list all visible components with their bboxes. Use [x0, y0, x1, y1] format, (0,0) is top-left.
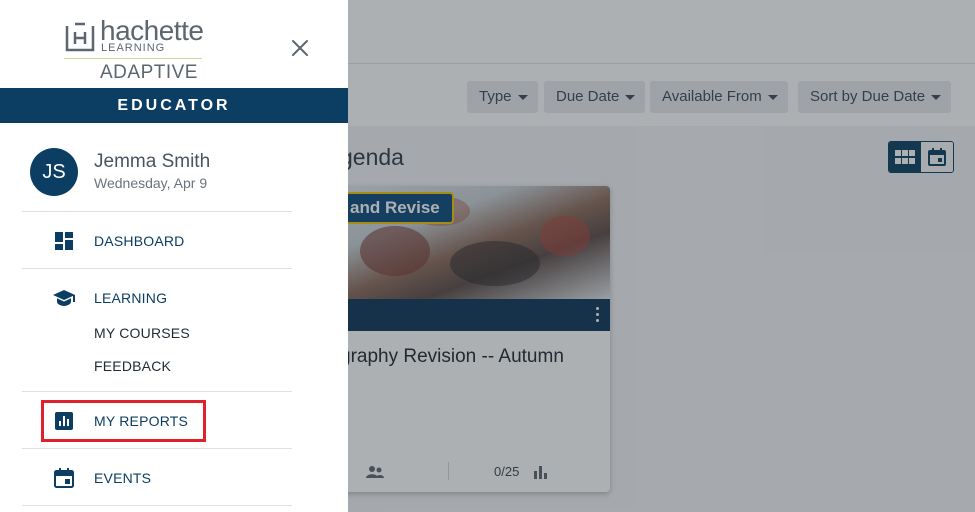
nav-label-events: EVENTS — [94, 470, 152, 486]
hachette-mark-icon — [65, 22, 95, 52]
divider — [22, 448, 292, 449]
nav-item-learning[interactable]: LEARNING — [52, 284, 292, 312]
divider — [22, 211, 292, 212]
logo-rule — [64, 58, 202, 59]
nav-label-dashboard: DASHBOARD — [94, 233, 185, 249]
divider — [22, 391, 292, 392]
nav-subitem-my-courses[interactable]: MY COURSES — [94, 325, 190, 341]
user-profile: JS Jemma Smith Wednesday, Apr 9 — [30, 146, 300, 196]
hachette-logo: hachette LEARNING ADAPTIVE — [64, 16, 204, 84]
calendar-icon — [54, 468, 74, 488]
dashboard-icon — [55, 232, 73, 250]
divider — [22, 505, 292, 506]
avatar[interactable]: JS — [30, 148, 78, 196]
logo-subline: LEARNING — [101, 42, 166, 54]
nav-item-events[interactable]: EVENTS — [52, 464, 292, 492]
highlight-box — [41, 400, 206, 442]
nav-subitem-feedback[interactable]: FEEDBACK — [94, 358, 171, 374]
current-date: Wednesday, Apr 9 — [94, 175, 208, 191]
divider — [22, 268, 292, 269]
navigation-drawer: hachette LEARNING ADAPTIVE EDUCATOR JS J… — [0, 0, 348, 512]
role-banner: EDUCATOR — [0, 88, 348, 123]
logo-product: ADAPTIVE — [100, 62, 198, 83]
close-icon[interactable] — [290, 38, 310, 58]
user-name: Jemma Smith — [94, 151, 211, 172]
nav-item-dashboard[interactable]: DASHBOARD — [52, 227, 292, 255]
nav-label-learning: LEARNING — [94, 290, 168, 306]
graduation-cap-icon — [53, 290, 75, 306]
